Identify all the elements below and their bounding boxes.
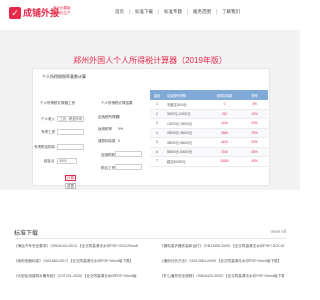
header-range: 应纳税所得额 xyxy=(167,93,187,98)
row-level: 6 xyxy=(156,149,158,154)
row-rate: 35% xyxy=(251,149,258,154)
row-deduction: 7160 xyxy=(220,149,229,154)
nav-standard-topics[interactable]: 标准专题 xyxy=(158,9,187,15)
table-row: 7 超过80000元 15160 45% xyxy=(150,157,268,167)
downloads-divider xyxy=(14,238,286,239)
row-rate: 25% xyxy=(251,130,258,135)
row-level: 3 xyxy=(156,121,158,126)
row-range: 55000元-80000元 xyxy=(167,150,193,155)
row-level: 4 xyxy=(156,130,158,135)
table-row: 5 35000元-55000元 4410 30% xyxy=(150,138,268,148)
downloads-heading: 标准下载 xyxy=(14,231,39,237)
row-level: 5 xyxy=(156,140,158,145)
table-row: 4 25000元-35000元 2660 25% xyxy=(150,128,268,138)
row-range: 超过80000元 xyxy=(167,159,186,164)
input-section-heading: 个人所得税计算器工资 xyxy=(40,101,75,105)
special-wage-input[interactable] xyxy=(57,129,84,135)
header-level: 级数 xyxy=(153,93,161,98)
tax-rate-value: 0% xyxy=(118,127,124,131)
row-deduction: 1410 xyxy=(220,121,229,126)
row-rate: 45% xyxy=(251,159,258,164)
special-wage-label: 专项工资 xyxy=(41,130,55,134)
main-nav: 首页 标准下载 标准专题 服务范围 了解我们 xyxy=(110,9,245,15)
table-row: 2 3000元-12000元 210 10% xyxy=(150,109,268,119)
row-rate: 3% xyxy=(252,102,257,107)
download-item[interactable]: 《家用电器标准》（GB1883-2017）【全文附高清无水印PDF+Word版下… xyxy=(14,259,138,264)
after-tax-output xyxy=(115,164,142,170)
view-all-link[interactable]: View All xyxy=(270,229,286,234)
row-deduction: 2660 xyxy=(220,130,229,135)
special-deduction-input[interactable] xyxy=(57,144,84,150)
table-row: 6 55000元-80000元 7160 35% xyxy=(150,147,268,157)
income-type-select[interactable]: 工资、薪金所得 xyxy=(57,116,84,122)
header-deduction: 速算扣除数 xyxy=(216,93,233,98)
logo-tagline: 专业化模版 品牌化生产 xyxy=(53,6,71,15)
tax-rate-table: 级数 应纳税所得额 速算扣除数 税率 1 不超过3000元 0 3% 2 300… xyxy=(150,90,268,167)
logo-tagline-line2: 品牌化生产 xyxy=(53,10,71,15)
row-rate: 30% xyxy=(251,140,258,145)
tax-due-output xyxy=(115,151,142,157)
taxable-income-label: 应纳税所得额 xyxy=(98,115,119,119)
row-range: 12000元-25000元 xyxy=(167,121,193,126)
row-rate: 20% xyxy=(251,121,258,126)
row-deduction: 15160 xyxy=(220,159,229,164)
calculator-card-heading: 个人所得税税率基数计算 xyxy=(42,74,86,79)
table-row: 1 不超过3000元 0 3% xyxy=(150,100,268,110)
row-range: 25000元-35000元 xyxy=(167,131,193,136)
quick-deduction-label: 速算扣除数 xyxy=(98,139,116,143)
quick-deduction-value: 0 xyxy=(118,139,120,143)
tax-rate-label: 适用税率 xyxy=(98,127,112,131)
result-section-heading: 个人所得税计算结果 xyxy=(101,101,133,105)
row-deduction: 0 xyxy=(223,102,226,107)
row-range: 35000元-55000元 xyxy=(167,140,193,145)
logo-tagline-line1: 专业化模版 xyxy=(53,6,71,10)
threshold-label: 起征点 xyxy=(44,159,55,163)
download-item[interactable]: 《海运汽车安全要求》（GB16194-2021）【全文附高清无水印PDF+DOC… xyxy=(14,244,138,249)
nav-standard-download[interactable]: 标准下载 xyxy=(129,9,158,15)
tax-due-label: 应缴税款 xyxy=(101,153,115,157)
calculate-button[interactable]: 计算 xyxy=(65,175,76,181)
row-level: 7 xyxy=(156,159,158,164)
nav-home[interactable]: 首页 xyxy=(110,9,129,15)
table-row: 3 12000元-25000元 1410 20% xyxy=(150,119,268,129)
download-item[interactable]: 《通用分析方法》（GB13954-2009）【全文附高清无水印PDF+Word版… xyxy=(160,259,284,264)
row-level: 1 xyxy=(156,102,158,107)
table-header-row: 级数 应纳税所得额 速算扣除数 税率 xyxy=(150,90,268,100)
download-item[interactable]: 《矿山通风安全规程》（GB16423-2020）【全文附高清无水印PDF+Wor… xyxy=(160,274,284,279)
row-deduction: 210 xyxy=(221,111,228,116)
download-item[interactable]: 《漏电保护器安装和运行》（GB13955-2005）【全文附高清无水印PDF+D… xyxy=(160,244,284,249)
nav-services[interactable]: 服务范围 xyxy=(187,9,216,15)
row-range: 3000元-12000元 xyxy=(167,112,191,117)
threshold-select[interactable]: 5000 xyxy=(57,158,77,164)
row-deduction: 4410 xyxy=(220,140,229,145)
reset-button[interactable]: 重置 xyxy=(65,183,76,189)
page-title: 郑州外国人个人所得税计算器（2019年版） xyxy=(73,56,227,65)
income-label: 个人收入 xyxy=(41,117,55,121)
nav-about[interactable]: 了解我们 xyxy=(216,9,245,15)
download-item[interactable]: 《大型民用建筑水暖系统》（GJT201-2020）【全文附高清无水印PDF+Wo… xyxy=(14,274,138,279)
row-range: 不超过3000元 xyxy=(167,102,187,107)
taxable-income-value: 0 xyxy=(118,115,120,119)
row-rate: 10% xyxy=(251,111,258,116)
after-tax-label: 税后工资 xyxy=(101,166,115,170)
logo-icon[interactable]: ✓ xyxy=(9,7,21,19)
header-rate: 税率 xyxy=(251,93,258,98)
row-level: 2 xyxy=(156,111,158,116)
special-deduction-label: 专项附加扣除 xyxy=(34,145,55,149)
